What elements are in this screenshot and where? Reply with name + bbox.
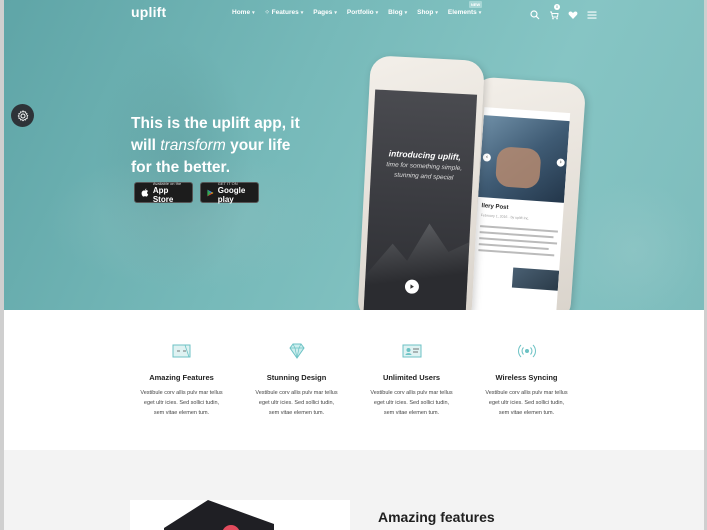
feature-card: Amazing Features Vestibule corv allis pu…	[124, 310, 239, 418]
gear-icon	[17, 109, 28, 121]
hamburger-menu-icon[interactable]	[587, 7, 597, 19]
feature-description-line: sem vitae elemen tum.	[383, 410, 440, 416]
phone-screen-intro: introducing uplift, time for something s…	[363, 89, 478, 310]
feature-card: Wireless Syncing Vestibule corv allis pu…	[469, 310, 584, 418]
feature-description: Vestibule corv allis pulv mar tellus ege…	[469, 388, 584, 418]
features-grid-icon: ⁘	[264, 10, 270, 16]
chevron-down-icon: ▾	[334, 9, 337, 16]
hero-heading-line1: This is the uplift app, it	[131, 115, 300, 132]
cart-count-badge: 0	[554, 4, 560, 10]
hero-heading: This is the uplift app, it will transfor…	[131, 113, 311, 179]
play-icon	[410, 284, 414, 289]
feature-description: Vestibule corv allis pulv mar tellus ege…	[239, 388, 354, 418]
feature-description-line: Vestibule corv allis pulv mar tellus	[370, 390, 453, 396]
intro-text: introducing uplift, time for something s…	[379, 148, 471, 185]
feature-description-line: Vestibule corv allis pulv mar tellus	[140, 390, 223, 396]
section-heading: Amazing features	[378, 509, 495, 525]
chevron-right-icon[interactable]: ›	[556, 158, 565, 167]
menu-item-portfolio[interactable]: Portfolio ▾	[347, 9, 378, 16]
feature-description-line: eget ultr icies. Sed sollici tudin,	[488, 400, 565, 406]
chevron-down-icon: ▾	[252, 9, 255, 16]
blog-post-title: llery Post	[481, 203, 509, 212]
menu-item-label: Shop	[417, 9, 434, 16]
feature-description-line: sem vitae elemen tum.	[268, 410, 325, 416]
feature-description-line: Vestibule corv allis pulv mar tellus	[255, 390, 338, 396]
heart-icon[interactable]	[568, 7, 578, 19]
site-logo[interactable]: uplift	[131, 4, 166, 20]
intro-subtitle: time for something simple, stunning and …	[386, 161, 463, 182]
diamond-icon	[239, 342, 354, 360]
features-section: Amazing Features Vestibule corv allis pu…	[4, 310, 704, 450]
hero-heading-line3: for the better.	[131, 159, 231, 176]
menu-item-label: Home	[232, 9, 251, 16]
menu-item-label: Pages	[313, 9, 333, 16]
feature-description-line: eget ultr icies. Sed sollici tudin,	[258, 400, 335, 406]
chevron-down-icon: ▾	[478, 9, 482, 16]
phone-mockup-intro: introducing uplift, time for something s…	[357, 55, 485, 310]
cart-icon[interactable]: 0	[549, 4, 560, 20]
search-icon[interactable]	[530, 7, 540, 20]
hero-heading-your-life: your life	[230, 137, 291, 154]
feature-description-line: Vestibule corv allis pulv mar tellus	[485, 390, 568, 396]
hero-heading-will: will	[131, 137, 156, 154]
blog-text-line	[479, 231, 554, 238]
google-play-large-text: Google play	[217, 186, 246, 204]
apple-icon	[141, 188, 149, 197]
feature-description-line: eget ultr icies. Sed sollici tudin,	[373, 400, 450, 406]
feature-description: Vestibule corv allis pulv mar tellus ege…	[354, 388, 469, 418]
menu-item-features[interactable]: ⁘ Features ▾	[265, 9, 304, 16]
feature-description-line: sem vitae elemen tum.	[153, 410, 210, 416]
hero-background-cup	[564, 180, 704, 310]
feature-title: Unlimited Users	[382, 373, 441, 382]
nav-icons: 0	[530, 4, 597, 20]
menu-item-label: Features	[271, 9, 299, 16]
menu-item-home[interactable]: Home ▾	[232, 9, 255, 16]
google-play-icon	[207, 189, 214, 196]
menu-item-elements[interactable]: Elements ▾ NEW	[447, 1, 483, 16]
blog-post-meta: February 1, 2016 · by uplift Inc.	[480, 213, 530, 221]
menu-item-blog[interactable]: Blog ▾	[388, 9, 407, 16]
feature-title: Wireless Syncing	[495, 373, 558, 382]
google-play-button[interactable]: GET IT ON Google play	[200, 181, 259, 204]
hero-section: uplift Home ▾ ⁘ Features ▾ Pages ▾ Portf…	[4, 0, 704, 310]
blog-post-image-secondary	[511, 267, 560, 291]
blog-text-line	[478, 243, 549, 250]
main-menu: Home ▾ ⁘ Features ▾ Pages ▾ Portfolio ▾ …	[232, 1, 491, 16]
feature-description: Vestibule corv allis pulv mar tellus ege…	[124, 388, 239, 418]
hero-heading-transform: transform	[160, 137, 226, 154]
blog-post-image: ‹ ›	[478, 115, 570, 203]
feature-title: Amazing Features	[149, 373, 214, 382]
feature-card: Unlimited Users Vestibule corv allis pul…	[354, 310, 469, 418]
user-card-icon	[354, 342, 469, 360]
menu-item-label: Portfolio	[346, 9, 374, 16]
chevron-down-icon: ▾	[404, 9, 408, 16]
blog-text-line	[478, 249, 555, 256]
feature-description-line: sem vitae elemen tum.	[498, 410, 555, 416]
menu-item-label: Elements	[447, 9, 477, 16]
settings-button[interactable]	[11, 104, 34, 127]
chevron-down-icon: ▾	[300, 9, 304, 16]
chevron-left-icon[interactable]: ‹	[482, 153, 492, 162]
blog-image-hand	[494, 146, 542, 190]
tablet-graphic	[222, 525, 240, 530]
chevron-down-icon: ▾	[435, 9, 438, 16]
menu-item-label: Blog	[388, 9, 403, 16]
new-badge: NEW	[468, 1, 483, 8]
chevron-down-icon: ▾	[375, 9, 379, 16]
app-store-large-text: App Store	[152, 186, 174, 204]
menu-item-shop[interactable]: Shop ▾	[417, 9, 438, 16]
feature-description-line: eget ultr icies. Sed sollici tudin,	[143, 400, 220, 406]
ticket-icon	[124, 342, 239, 360]
feature-card: Stunning Design Vestibule corv allis pul…	[239, 310, 354, 418]
phone-screen-blog: ‹ › llery Post February 1, 2016 · by upl…	[469, 107, 571, 310]
wireless-icon	[469, 342, 584, 360]
mountain-image	[363, 209, 471, 310]
app-store-button[interactable]: Available on the App Store	[134, 181, 193, 204]
feature-title: Stunning Design	[266, 373, 327, 382]
menu-item-pages[interactable]: Pages ▾	[313, 9, 337, 16]
top-navigation: uplift Home ▾ ⁘ Features ▾ Pages ▾ Portf…	[4, 0, 704, 26]
lower-section: Amazing features	[4, 450, 704, 530]
